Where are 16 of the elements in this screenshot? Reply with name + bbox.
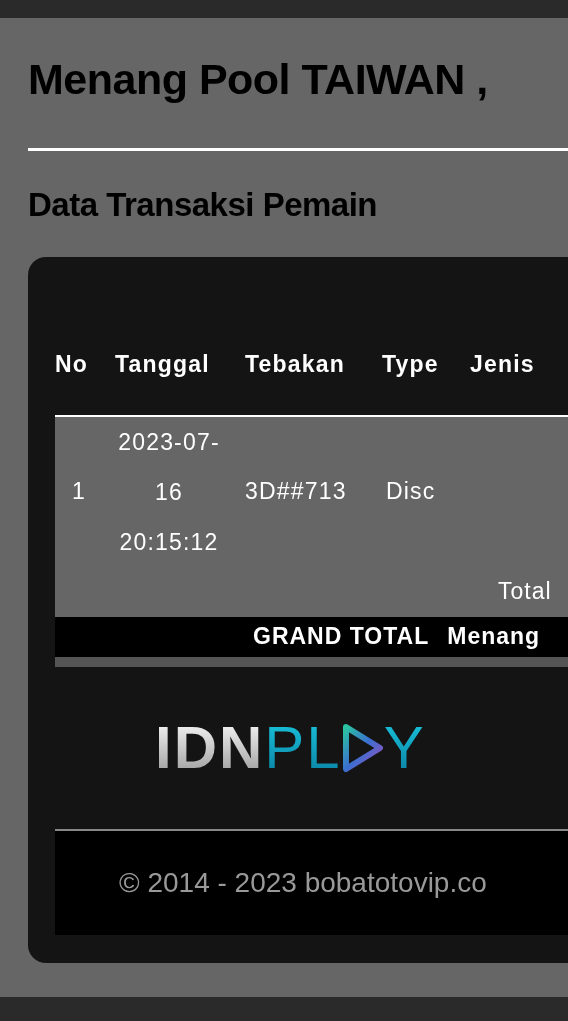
column-header: Tanggal <box>115 350 211 380</box>
total-label: Total <box>498 577 552 607</box>
page-title: Menang Pool TAIWAN , <box>28 54 489 105</box>
table-cell-text: Menang <box>447 622 541 652</box>
table-cell-text: Disc <box>386 477 436 507</box>
section-title: Data Transaksi Pemain <box>28 185 379 225</box>
idnplay-logo: IDNPL Y <box>155 717 426 778</box>
table-cell-text: 1 <box>72 477 86 507</box>
column-header: No <box>55 350 90 380</box>
copyright-text: © 2014 - 2023 bobatotovip.co <box>119 865 487 900</box>
grand-total-label: GRAND TOTAL <box>253 622 430 652</box>
date-cell-text: 2023-07- 16 20:15:12 <box>118 427 220 557</box>
column-header: Tebakan <box>245 350 346 380</box>
column-header: Type <box>382 350 440 380</box>
table-cell-text: 3D##713 <box>245 477 347 507</box>
column-header: Jenis <box>470 350 536 380</box>
